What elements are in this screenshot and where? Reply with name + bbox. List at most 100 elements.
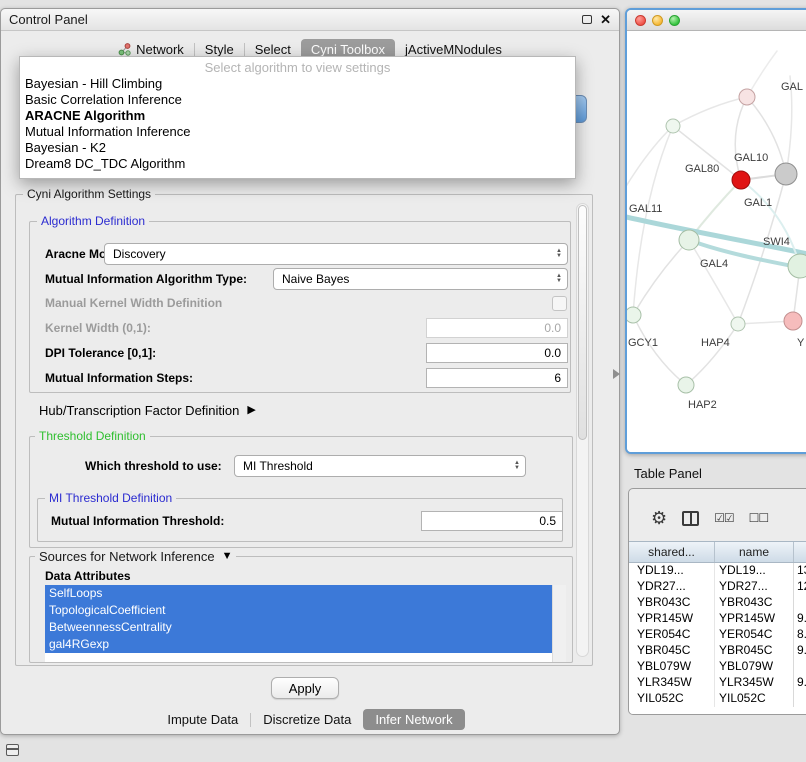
table-header: shared... name [629,541,806,563]
dpi-tolerance-field[interactable]: 0.0 [426,343,568,363]
tab-select-label: Select [255,42,291,57]
mi-steps-label: Mutual Information Steps: [45,371,193,386]
algorithm-option[interactable]: ARACNE Algorithm [20,108,575,124]
tab-infer-network[interactable]: Infer Network [363,709,464,730]
table-cell: YDL19... [715,563,794,579]
table-cell: 13 [794,563,806,579]
zoom-traffic-light-icon[interactable] [669,15,680,26]
attributes-scrollbar[interactable] [552,585,566,662]
network-graph: GAL80GAL10GAL11GAL1SWI4GAL4GCY1HAP4HAP2G… [627,31,806,452]
algorithm-option[interactable]: Bayesian - Hill Climbing [20,76,575,92]
algorithm-option[interactable]: Bayesian - K2 [20,140,575,156]
network-canvas[interactable]: GAL80GAL10GAL11GAL1SWI4GAL4GCY1HAP4HAP2G… [627,31,806,452]
deselect-all-icon[interactable]: ☐☐ [749,511,769,525]
apply-button[interactable]: Apply [271,677,339,699]
table-cell: YBR045C [629,643,715,659]
show-columns-icon[interactable] [682,511,699,526]
combo-arrows-icon: ▲▼ [551,249,567,259]
network-tab-icon [118,43,131,56]
float-window-icon[interactable] [582,15,592,24]
manual-kernel-checkbox [552,296,567,311]
network-node[interactable] [731,317,745,331]
kernel-width-value: 0.0 [544,321,561,335]
combo-arrows-icon: ▲▼ [509,461,525,471]
minimize-traffic-light-icon[interactable] [652,15,663,26]
network-node-label: Y [797,337,805,349]
algorithm-option[interactable]: Basic Correlation Inference [20,92,575,108]
network-node[interactable] [627,307,641,323]
network-node[interactable] [679,230,699,250]
network-node-label: GAL11 [629,203,662,215]
window-title: Control Panel [9,12,88,27]
table-cell: 9. [794,675,806,691]
table-cell: 12 [794,579,806,595]
which-threshold-label: Which threshold to use: [85,459,222,474]
network-node-label: GCY1 [628,337,658,349]
which-threshold-select[interactable]: MI Threshold ▲▼ [234,455,526,477]
sources-toggle[interactable]: Sources for Network Inference ▼ [35,549,236,564]
table-row[interactable]: YER054CYER054C8. [629,627,806,643]
column-header-name[interactable]: name [715,542,794,562]
network-node[interactable] [739,89,755,105]
table-row[interactable]: YBR043CYBR043C [629,595,806,611]
network-window-titlebar[interactable] [627,10,806,31]
table-row[interactable]: YDL19...YDL19...13 [629,563,806,579]
tab-style-label: Style [205,42,234,57]
tab-network-label: Network [136,42,184,57]
tab-impute-data[interactable]: Impute Data [155,709,250,730]
network-node-label: GAL1 [744,197,772,209]
column-header-shared-name[interactable]: shared... [629,542,715,562]
select-all-icon[interactable]: ☑☑ [714,511,734,525]
table-row[interactable]: YBL079WYBL079W [629,659,806,675]
table-row[interactable]: YIL052CYIL052C [629,691,806,707]
network-node-label: HAP4 [701,337,730,349]
mi-threshold-value: 0.5 [539,514,556,528]
network-node[interactable] [732,171,750,189]
attribute-item[interactable]: gal4RGexp [45,636,552,653]
table-cell: YBL079W [629,659,715,675]
hub-definition-toggle[interactable]: Hub/Transcription Factor Definition ▶ [39,403,256,418]
aracne-mode-select[interactable]: Discovery ▲▼ [104,243,568,265]
network-node[interactable] [788,254,806,278]
mi-threshold-definition-title: MI Threshold Definition [45,491,176,505]
algorithm-option[interactable]: Mutual Information Inference [20,124,575,140]
mi-algorithm-type-select[interactable]: Naive Bayes ▲▼ [273,268,568,290]
data-attributes-listbox[interactable]: SelfLoopsTopologicalCoefficientBetweenne… [45,585,566,662]
aracne-mode-value: Discovery [113,247,166,261]
network-view-window: GAL80GAL10GAL11GAL1SWI4GAL4GCY1HAP4HAP2G… [625,8,806,454]
panel-divider-arrow[interactable] [613,369,620,379]
kernel-width-field: 0.0 [426,318,568,338]
attribute-item[interactable]: TopologicalCoefficient [45,602,552,619]
network-node-label: SWI4 [763,236,790,248]
close-window-icon[interactable]: ✕ [600,13,611,26]
network-node[interactable] [784,312,802,330]
table-settings-gear-icon[interactable]: ⚙ [651,509,667,527]
show-panel-icon[interactable] [6,744,19,756]
manual-kernel-label: Manual Kernel Width Definition [45,296,222,311]
mi-threshold-field[interactable]: 0.5 [421,511,563,531]
settings-scrollbar[interactable] [576,203,589,657]
column-header-extra[interactable] [794,542,806,562]
data-attributes-list: SelfLoopsTopologicalCoefficientBetweenne… [45,585,552,662]
table-row[interactable]: YBR045CYBR045C9. [629,643,806,659]
combo-arrows-icon: ▲▼ [551,274,567,284]
hub-definition-label: Hub/Transcription Factor Definition [39,403,239,418]
tab-discretize-data[interactable]: Discretize Data [251,709,363,730]
table-cell [794,595,806,611]
table-row[interactable]: YPR145WYPR145W9. [629,611,806,627]
attribute-item[interactable]: SelfLoops [45,585,552,602]
algorithm-option[interactable]: Dream8 DC_TDC Algorithm [20,156,575,172]
settings-group-title: Cyni Algorithm Settings [23,187,155,201]
table-row[interactable]: YLR345WYLR345W9. [629,675,806,691]
network-node[interactable] [678,377,694,393]
settings-scrollbar-thumb[interactable] [578,205,587,440]
attribute-item[interactable]: BetweennessCentrality [45,619,552,636]
table-cell: YDR27... [715,579,794,595]
close-traffic-light-icon[interactable] [635,15,646,26]
control-panel-titlebar[interactable]: Control Panel ✕ [1,9,619,31]
network-node[interactable] [666,119,680,133]
table-row[interactable]: YDR27...YDR27...12 [629,579,806,595]
mi-steps-field[interactable]: 6 [426,368,568,388]
network-edge [735,97,747,180]
network-node[interactable] [775,163,797,185]
